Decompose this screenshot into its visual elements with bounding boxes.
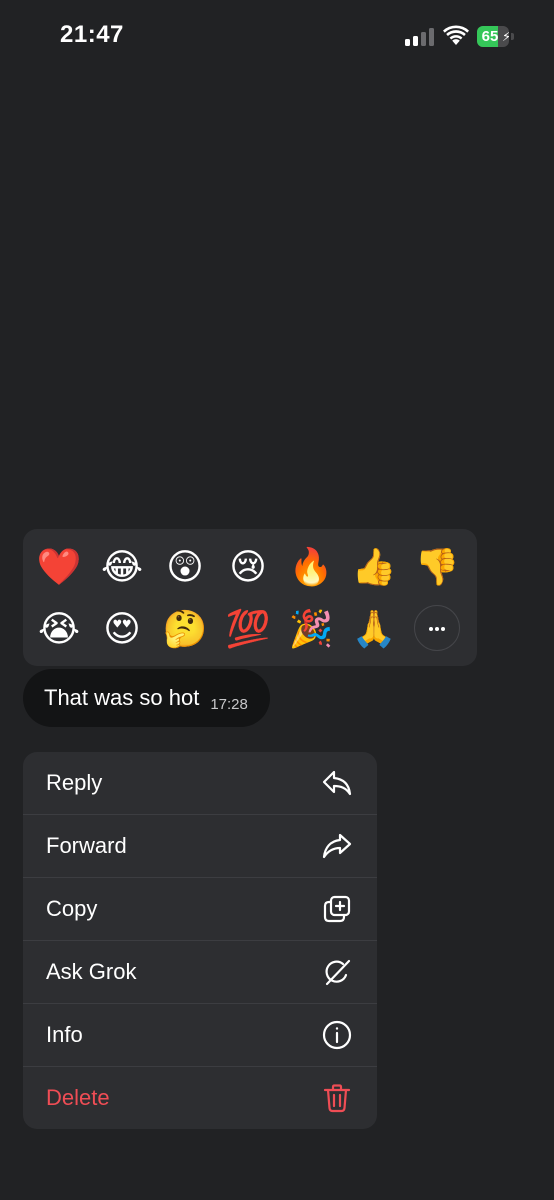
- menu-item-delete[interactable]: Delete: [23, 1066, 377, 1129]
- more-dot: [435, 627, 439, 631]
- reaction-sobbing[interactable]: 😭: [33, 603, 85, 655]
- menu-item-copy[interactable]: Copy: [23, 877, 377, 940]
- reaction-thinking[interactable]: 🤔: [159, 603, 211, 655]
- context-menu: Reply Forward Copy Ask Grok Info Delete: [23, 752, 377, 1129]
- copy-icon: [323, 895, 351, 923]
- info-icon: [322, 1020, 352, 1050]
- message-time: 17:28: [210, 695, 248, 713]
- reaction-thumbs-up[interactable]: 👍: [348, 541, 400, 593]
- reaction-crying[interactable]: 😢: [222, 541, 274, 593]
- reaction-laughing[interactable]: 😂: [96, 541, 148, 593]
- reaction-panel: ❤️ 😂 😲 😢 🔥 👍 👎 😭 😍 🤔 💯 🎉 🙏: [23, 529, 477, 666]
- battery-body: 65 ⚡: [477, 26, 509, 47]
- menu-item-info[interactable]: Info: [23, 1003, 377, 1066]
- message-bubble[interactable]: That was so hot 17:28: [23, 669, 270, 727]
- battery-icon: 65 ⚡: [477, 26, 515, 47]
- menu-item-label: Reply: [46, 770, 103, 795]
- reaction-pray[interactable]: 🙏: [348, 603, 400, 655]
- message-text: That was so hot: [44, 685, 200, 710]
- cellular-signal-icon: [405, 28, 435, 46]
- more-reactions-button[interactable]: [414, 605, 460, 651]
- reaction-fire[interactable]: 🔥: [285, 541, 337, 593]
- menu-item-label: Ask Grok: [46, 959, 137, 984]
- screen: 21:47 65 ⚡ ❤️ 😂 😲 😢 🔥 👍 👎 😭 😍 🤔 💯 🎉 🙏 Th…: [0, 0, 554, 1200]
- menu-item-label: Info: [46, 1022, 83, 1047]
- menu-item-label: Delete: [46, 1085, 110, 1110]
- reaction-hundred[interactable]: 💯: [222, 603, 274, 655]
- forward-icon: [322, 833, 352, 859]
- status-time: 21:47: [60, 21, 124, 48]
- battery-cap: [511, 33, 514, 40]
- reaction-party[interactable]: 🎉: [285, 603, 337, 655]
- more-dot: [441, 627, 445, 631]
- battery-percent: 65: [481, 28, 499, 45]
- menu-item-label: Forward: [46, 833, 127, 858]
- more-horizontal-icon: [429, 627, 433, 631]
- trash-icon: [323, 1084, 351, 1113]
- reaction-heart-eyes[interactable]: 😍: [96, 603, 148, 655]
- menu-item-forward[interactable]: Forward: [23, 814, 377, 877]
- reaction-astonished[interactable]: 😲: [159, 541, 211, 593]
- reaction-thumbs-down[interactable]: 👎: [411, 541, 463, 593]
- wifi-icon: [443, 25, 469, 45]
- charging-bolt-icon: ⚡: [502, 29, 509, 44]
- reaction-heart[interactable]: ❤️: [33, 541, 85, 593]
- grok-icon: [325, 959, 351, 986]
- menu-item-label: Copy: [46, 896, 98, 921]
- menu-item-ask-grok[interactable]: Ask Grok: [23, 940, 377, 1003]
- menu-item-reply[interactable]: Reply: [23, 752, 377, 814]
- reply-icon: [322, 770, 352, 796]
